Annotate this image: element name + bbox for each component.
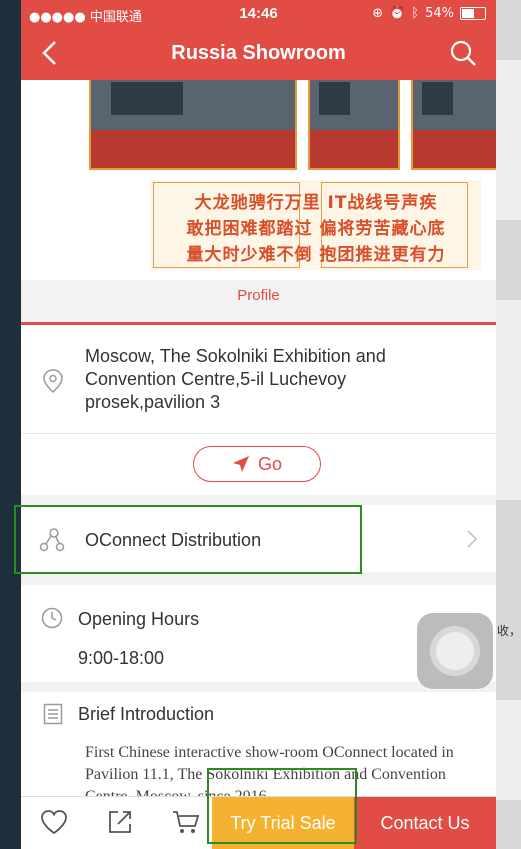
assistive-touch-button[interactable] bbox=[417, 613, 493, 689]
location-pin-icon bbox=[43, 369, 63, 394]
go-navigation-button[interactable]: Go bbox=[193, 446, 321, 482]
brief-introduction-label: Brief Introduction bbox=[78, 704, 215, 724]
status-bar: ●●●●● 中国联通 14:46 ⊕ ⏰ ᛒ 54% bbox=[21, 0, 496, 28]
address-card: Moscow, The Sokolniki Exhibition and Con… bbox=[21, 325, 496, 495]
distribution-row[interactable]: OConnect Distribution bbox=[21, 505, 496, 572]
heart-icon[interactable] bbox=[39, 807, 69, 837]
distribution-label: OConnect Distribution bbox=[85, 530, 262, 550]
background-right bbox=[496, 0, 521, 849]
search-button[interactable] bbox=[448, 38, 478, 68]
cart-icon[interactable] bbox=[171, 807, 201, 837]
share-icon[interactable] bbox=[105, 807, 135, 837]
clock-icon bbox=[41, 607, 63, 629]
status-right: ⊕ ⏰ ᛒ 54% bbox=[372, 6, 486, 21]
search-icon bbox=[450, 40, 476, 66]
profile-link[interactable]: Profile bbox=[21, 287, 496, 304]
background-text: 收， bbox=[497, 624, 521, 638]
bluetooth-icon: ᛒ bbox=[411, 6, 420, 21]
address-text: Moscow, The Sokolniki Exhibition and Con… bbox=[85, 346, 386, 412]
alarm-icon: ⏰ bbox=[389, 6, 406, 21]
phone-screen: ●●●●● 中国联通 14:46 ⊕ ⏰ ᛒ 54% Russia Showro… bbox=[21, 0, 496, 849]
banner-photo bbox=[89, 80, 297, 170]
chevron-right-icon bbox=[467, 530, 478, 548]
go-button-label: Go bbox=[257, 453, 282, 474]
calligraphy-line: 量大时少难不倒 抱团推进更有力 bbox=[186, 245, 446, 265]
opening-hours-label: Opening Hours bbox=[78, 609, 200, 629]
contact-us-button[interactable]: Contact Us bbox=[354, 797, 496, 849]
divider bbox=[21, 433, 496, 434]
distribution-network-icon bbox=[39, 528, 65, 552]
navigation-bar: Russia Showroom bbox=[21, 28, 496, 80]
battery-percent: 54% bbox=[425, 6, 454, 21]
page-title: Russia Showroom bbox=[171, 42, 346, 64]
background-left bbox=[0, 0, 21, 849]
navigation-arrow-icon bbox=[232, 456, 249, 472]
opening-hours-value: 9:00-18:00 bbox=[78, 648, 165, 668]
battery-icon bbox=[460, 7, 486, 20]
banner-photo bbox=[308, 80, 400, 170]
calligraphy-line: 敢把困难都踏过 偏将劳苦藏心底 bbox=[186, 219, 446, 239]
calligraphy-line: 大龙驰骋行万里 IT战线号声疾 bbox=[194, 193, 438, 213]
banner-calligraphy: 大龙驰骋行万里 IT战线号声疾 敢把困难都踏过 偏将劳苦藏心底 量大时少难不倒 … bbox=[151, 180, 481, 270]
bottom-action-bar: Try Trial Sale Contact Us bbox=[21, 796, 496, 849]
showroom-banner-image: 大龙驰骋行万里 IT战线号声疾 敢把困难都踏过 偏将劳苦藏心底 量大时少难不倒 … bbox=[21, 80, 496, 280]
try-trial-sale-button[interactable]: Try Trial Sale bbox=[212, 797, 354, 849]
document-icon bbox=[43, 703, 63, 725]
lock-rotation-icon: ⊕ bbox=[372, 6, 384, 21]
banner-photo bbox=[411, 80, 496, 170]
